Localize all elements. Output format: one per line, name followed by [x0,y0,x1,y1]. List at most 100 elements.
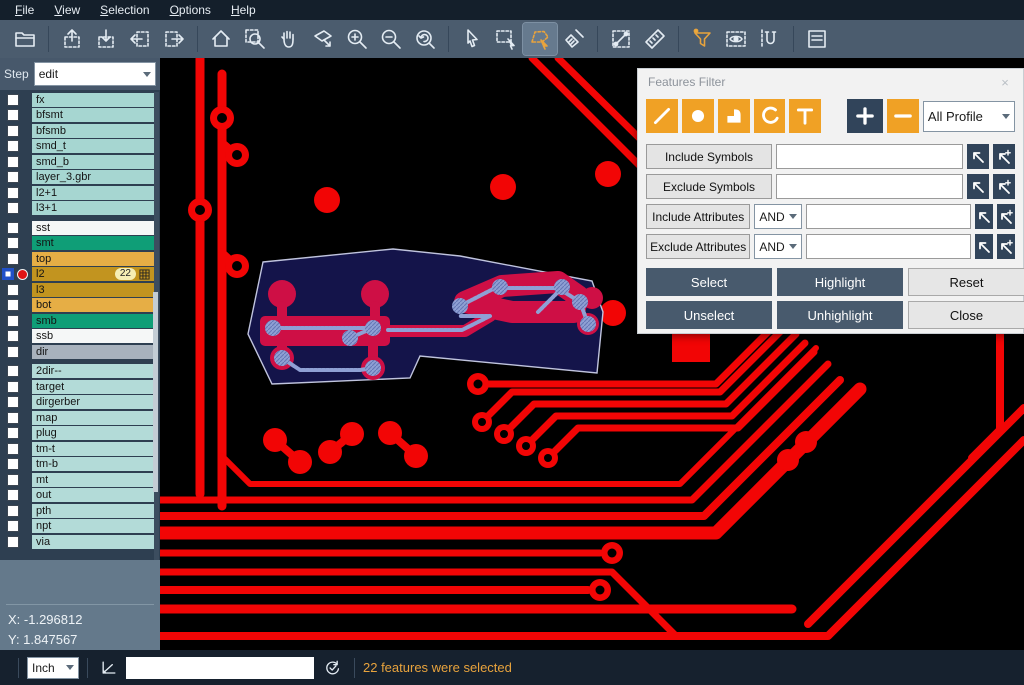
layer-row-smb[interactable]: smb [0,313,160,329]
menu-selection[interactable]: Selection [91,1,158,19]
layer-label-mt[interactable]: mt [32,473,154,487]
polygon-select-button[interactable] [523,23,557,55]
layer-label-map[interactable]: map [32,411,154,425]
arc-tool-button[interactable] [754,99,786,133]
panel-toggle-button[interactable] [800,23,834,55]
layer-row-ssb[interactable]: ssb [0,329,160,345]
include-attributes-button[interactable]: Include Attributes [646,204,750,229]
layer-label-ssb[interactable]: ssb [32,329,154,343]
layer-checkbox-target[interactable] [7,381,19,393]
include-attributes-pick-add-button[interactable] [997,204,1015,229]
layer-row-tm-b[interactable]: tm-b [0,457,160,473]
exclude-symbols-pick-add-button[interactable] [993,174,1015,199]
sync-check-icon[interactable] [320,656,346,680]
layer-checkbox-pth[interactable] [7,505,19,517]
layer-label-fx[interactable]: fx [32,93,154,107]
command-input[interactable] [126,657,314,679]
layer-checkbox-smd_b[interactable] [7,156,19,168]
layer-checkbox-bfsmb[interactable] [7,125,19,137]
remove-filter-button[interactable] [887,99,919,133]
layer-label-top[interactable]: top [32,252,154,266]
dialog-title-bar[interactable]: Features Filter × [638,69,1023,95]
layer-checkbox-l3[interactable] [7,284,19,296]
exclude-symbols-input[interactable] [776,174,963,199]
layer-row-bot[interactable]: bot [0,298,160,314]
exclude-attributes-button[interactable]: Exclude Attributes [646,234,750,259]
layer-label-2dir--[interactable]: 2dir-- [32,364,154,378]
zoom-in-button[interactable] [340,23,374,55]
close-button[interactable]: Close [908,301,1024,329]
layer-checkbox-tm-t[interactable] [7,443,19,455]
layer-label-smd_b[interactable]: smd_b [32,155,154,169]
layer-label-smb[interactable]: smb [32,314,154,328]
exclude-attributes-pick-add-button[interactable] [997,234,1015,259]
layer-checkbox-plug[interactable] [7,427,19,439]
layer-checkbox-mt[interactable] [7,474,19,486]
layer-checkbox-l2+1[interactable] [7,187,19,199]
layer-row-sst[interactable]: sst [0,220,160,236]
menu-options[interactable]: Options [161,1,220,19]
measure-line-button[interactable] [604,23,638,55]
highlight-button[interactable]: Highlight [777,268,903,296]
layer-row-out[interactable]: out [0,488,160,504]
open-file-button[interactable] [8,23,42,55]
layer-label-layer_3.gbr[interactable]: layer_3.gbr [32,170,154,184]
pane-down-button[interactable] [89,23,123,55]
layer-checkbox-layer_3.gbr[interactable] [7,171,19,183]
include-attributes-input[interactable] [806,204,971,229]
home-view-button[interactable] [204,23,238,55]
view-area-button[interactable] [719,23,753,55]
layer-checkbox-smd_t[interactable] [7,140,19,152]
layer-checkbox-dirgerber[interactable] [7,396,19,408]
layer-checkbox-2dir--[interactable] [7,365,19,377]
include-symbols-pick-add-button[interactable] [993,144,1015,169]
layer-checkbox-bfsmt[interactable] [7,109,19,121]
layer-label-out[interactable]: out [32,488,154,502]
layer-checkbox-sst[interactable] [7,222,19,234]
layer-checkbox-dir[interactable] [7,346,19,358]
include-attributes-pick-button[interactable] [975,204,993,229]
pane-right-button[interactable] [157,23,191,55]
layer-checkbox-top[interactable] [7,253,19,265]
zoom-area-button[interactable] [238,23,272,55]
layer-row-l2+1[interactable]: l2+1 [0,185,160,201]
pan-hand-button[interactable] [272,23,306,55]
select-cursor-button[interactable] [455,23,489,55]
pane-up-button[interactable] [55,23,89,55]
unselect-button[interactable]: Unselect [646,301,772,329]
layer-label-npt[interactable]: npt [32,519,154,533]
layer-checkbox-smb[interactable] [7,315,19,327]
layer-row-map[interactable]: map [0,410,160,426]
layer-row-smd_b[interactable]: smd_b [0,154,160,170]
layer-checkbox-l3+1[interactable] [7,202,19,214]
layer-checkbox-map[interactable] [7,412,19,424]
layer-row-smd_t[interactable]: smd_t [0,139,160,155]
layer-label-pth[interactable]: pth [32,504,154,518]
layer-row-bfsmt[interactable]: bfsmt [0,108,160,124]
layer-row-bfsmb[interactable]: bfsmb [0,123,160,139]
exclude-attributes-input[interactable] [806,234,971,259]
ruler-button[interactable] [638,23,672,55]
layer-checkbox-npt[interactable] [7,520,19,532]
menu-file[interactable]: File [6,1,43,19]
layer-label-l3[interactable]: l3 [32,283,154,297]
zoom-out-button[interactable] [374,23,408,55]
layer-checkbox-bot[interactable] [7,299,19,311]
layer-label-tm-t[interactable]: tm-t [32,442,154,456]
layer-label-l2[interactable]: l222 [32,267,154,281]
layer-label-via[interactable]: via [32,535,154,549]
layer-checkbox-ssb[interactable] [7,330,19,342]
unit-select[interactable]: Inch [27,657,79,679]
text-tool-button[interactable] [789,99,821,133]
close-icon[interactable]: × [997,75,1013,90]
exclude-attributes-pick-button[interactable] [975,234,993,259]
layer-row-l3+1[interactable]: l3+1 [0,201,160,217]
reset-button[interactable]: Reset [908,268,1024,296]
transform-select-button[interactable] [306,23,340,55]
exclude-attributes-operator-select[interactable]: AND [754,234,801,259]
grid-icon[interactable] [139,269,150,280]
layer-row-l3[interactable]: l3 [0,282,160,298]
layer-scrollbar[interactable] [154,92,159,622]
layer-label-smt[interactable]: smt [32,236,154,250]
snap-magnet-button[interactable] [753,23,787,55]
